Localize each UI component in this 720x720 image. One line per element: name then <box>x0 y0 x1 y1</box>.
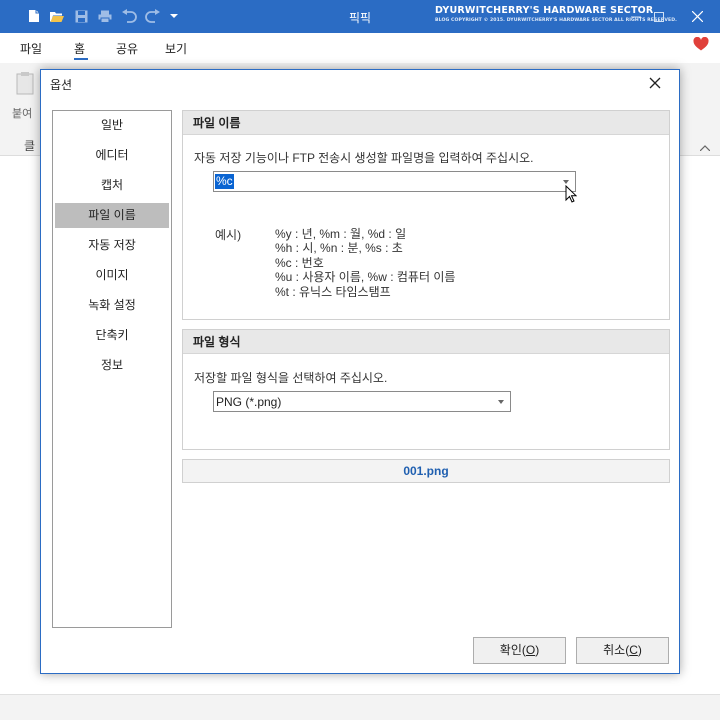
format-description: 저장할 파일 형식을 선택하여 주십시오. <box>194 371 388 385</box>
filename-combobox[interactable]: %c <box>213 171 576 192</box>
nav-item-autosave[interactable]: 자동 저장 <box>55 233 169 258</box>
example-label: 예시) <box>215 228 242 242</box>
chevron-down-icon <box>563 180 569 184</box>
nav-item-general[interactable]: 일반 <box>55 113 169 138</box>
tab-home[interactable]: 홈 <box>74 40 85 57</box>
nav-item-filename[interactable]: 파일 이름 <box>55 203 169 228</box>
active-tab-indicator <box>74 58 88 60</box>
nav-item-capture[interactable]: 캡처 <box>55 173 169 198</box>
nav-item-editor[interactable]: 에디터 <box>55 143 169 168</box>
cancel-button-accesskey: C <box>629 643 638 657</box>
tab-file[interactable]: 파일 <box>20 40 42 57</box>
options-dialog: 옵션 일반 에디터 캡처 파일 이름 자동 저장 이미지 녹화 설정 단축키 정… <box>40 69 680 674</box>
close-icon[interactable] <box>649 77 665 93</box>
ribbon-tabs: 파일 홈 공유 보기 <box>0 33 720 63</box>
options-nav: 일반 에디터 캡처 파일 이름 자동 저장 이미지 녹화 설정 단축키 정보 <box>52 110 172 628</box>
heart-icon[interactable] <box>693 36 709 54</box>
nav-item-image[interactable]: 이미지 <box>55 263 169 288</box>
chevron-down-icon <box>498 400 504 404</box>
title-bar: 픽픽 DYURWITCHERRY'S HARDWARE SECTOR BLOG … <box>0 0 720 33</box>
filename-description: 자동 저장 기능이나 FTP 전송시 생성할 파일명을 입력하여 주십시오. <box>194 151 534 165</box>
filename-value: %c <box>215 174 234 189</box>
filename-preview: 001.png <box>182 459 670 483</box>
nav-item-shortcuts[interactable]: 단축키 <box>55 323 169 348</box>
ok-button-accesskey: O <box>525 643 536 657</box>
format-group-header: 파일 형식 <box>183 330 669 354</box>
filename-group-header: 파일 이름 <box>183 111 669 135</box>
format-group: 파일 형식 저장할 파일 형식을 선택하여 주십시오. PNG (*.png) <box>182 329 670 450</box>
tab-share[interactable]: 공유 <box>116 40 138 57</box>
cancel-button-label-end: ) <box>637 643 642 657</box>
close-window-button[interactable] <box>674 0 720 33</box>
tab-view[interactable]: 보기 <box>165 40 187 57</box>
ok-button-label-end: ) <box>535 643 540 657</box>
ok-button-label: 확인( <box>499 643 526 657</box>
collapse-ribbon-icon[interactable] <box>699 140 711 154</box>
filename-group: 파일 이름 자동 저장 기능이나 FTP 전송시 생성할 파일명을 입력하여 주… <box>182 110 670 320</box>
nav-item-recording[interactable]: 녹화 설정 <box>55 293 169 318</box>
mouse-cursor-icon <box>565 184 578 206</box>
clipboard-group-label: 클 <box>24 139 36 153</box>
cancel-button[interactable]: 취소(C) <box>576 637 669 664</box>
cancel-button-label: 취소( <box>603 643 630 657</box>
paste-label: 붙여 <box>12 108 33 120</box>
dialog-title: 옵션 <box>50 78 73 92</box>
format-combobox[interactable]: PNG (*.png) <box>213 391 511 412</box>
nav-item-info[interactable]: 정보 <box>55 353 169 378</box>
format-value: PNG (*.png) <box>216 395 282 409</box>
example-line: %t : 유닉스 타임스탬프 <box>275 285 391 299</box>
paste-icon[interactable] <box>16 71 38 100</box>
status-bar <box>0 694 720 720</box>
ok-button[interactable]: 확인(O) <box>473 637 566 664</box>
